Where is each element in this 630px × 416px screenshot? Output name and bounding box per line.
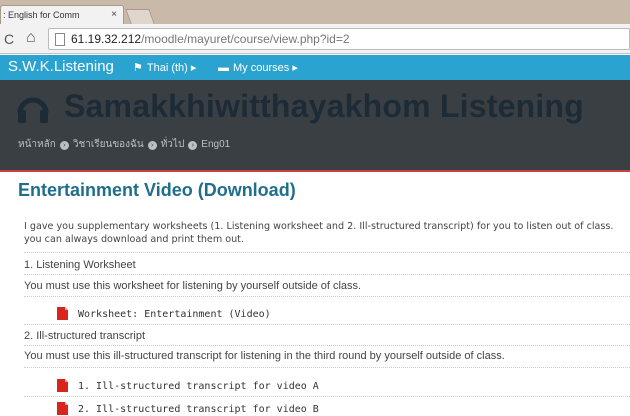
tab-title: : English for Comm (3, 10, 80, 20)
label-transcript-title: 2. Ill-structured transcript (24, 330, 146, 342)
resource-label: 2. Ill-structured transcript for video B (78, 404, 319, 415)
divider (24, 367, 630, 368)
divider (24, 274, 630, 275)
my-courses-label: My courses (233, 62, 290, 74)
breadcrumb: หน้าหลัก › วิชาเรียนของฉัน › ทั่วไป › Eng01 (18, 137, 230, 152)
browser-tab[interactable]: : English for Comm × (0, 5, 124, 24)
divider (24, 296, 630, 297)
brand-link[interactable]: S.W.K.Listening (8, 58, 114, 75)
site-header: Samakkhiwitthayakhom Listening หน้าหลัก ›… (0, 80, 630, 172)
browser-tab-strip: : English for Comm × (0, 0, 630, 24)
label-worksheet-title: 1. Listening Worksheet (24, 259, 136, 271)
breadcrumb-general[interactable]: ทั่วไป (161, 139, 185, 150)
breadcrumb-course[interactable]: Eng01 (201, 139, 230, 150)
pdf-file-icon (57, 402, 68, 415)
resource-transcript-a-link[interactable]: 1. Ill-structured transcript for video A (56, 379, 319, 392)
chevron-right-icon: › (59, 141, 69, 150)
divider (24, 396, 630, 397)
divider (24, 324, 630, 325)
briefcase-icon: ▬ (218, 62, 229, 74)
page-icon (55, 33, 65, 46)
header-divider (0, 170, 630, 172)
new-tab-button[interactable] (125, 9, 155, 24)
site-title[interactable]: Samakkhiwitthayakhom Listening (64, 88, 584, 125)
chevron-right-icon: › (147, 141, 157, 150)
address-path: /moodle/mayuret/course/view.php?id=2 (141, 32, 350, 46)
resource-label: Worksheet: Entertainment (Video) (78, 309, 271, 320)
tab-close-icon[interactable]: × (111, 9, 117, 20)
address-bar[interactable]: 61.19.32.212/moodle/mayuret/course/view.… (48, 28, 630, 50)
divider (24, 345, 630, 346)
summary-line: you can always download and print them o… (24, 234, 244, 245)
headphones-icon (17, 97, 49, 123)
caret-right-icon: ▸ (190, 62, 197, 74)
language-menu[interactable]: ⚑ Thai (th) ▸ (133, 61, 196, 74)
reload-icon[interactable]: C (4, 31, 14, 47)
my-courses-menu[interactable]: ▬ My courses ▸ (218, 61, 298, 74)
language-label: Thai (th) (146, 62, 188, 74)
pdf-file-icon (57, 307, 68, 320)
moodle-navbar: S.W.K.Listening ⚑ Thai (th) ▸ ▬ My courses… (0, 55, 630, 80)
browser-toolbar: C ⌂ 61.19.32.212/moodle/mayuret/course/v… (0, 24, 630, 54)
resource-label: 1. Ill-structured transcript for video A (78, 381, 319, 392)
address-host: 61.19.32.212 (71, 32, 142, 46)
resource-worksheet-link[interactable]: Worksheet: Entertainment (Video) (56, 307, 271, 320)
breadcrumb-home[interactable]: หน้าหลัก (18, 139, 56, 150)
chevron-right-icon: › (188, 141, 198, 150)
section-title: Entertainment Video (Download) (18, 180, 296, 200)
label-transcript-text: You must use this ill-structured transcr… (24, 350, 505, 362)
resource-transcript-b-link[interactable]: 2. Ill-structured transcript for video B (56, 402, 319, 415)
section-summary: I gave you supplementary worksheets (1. … (24, 220, 630, 246)
summary-line: I gave you supplementary worksheets (1. … (24, 221, 614, 232)
flag-icon: ⚑ (133, 62, 143, 74)
pdf-file-icon (57, 379, 68, 392)
breadcrumb-my-courses[interactable]: วิชาเรียนของฉัน (73, 139, 144, 150)
caret-right-icon: ▸ (292, 62, 298, 74)
divider (24, 252, 630, 253)
home-icon[interactable]: ⌂ (26, 29, 36, 47)
label-worksheet-text: You must use this worksheet for listenin… (24, 280, 362, 292)
